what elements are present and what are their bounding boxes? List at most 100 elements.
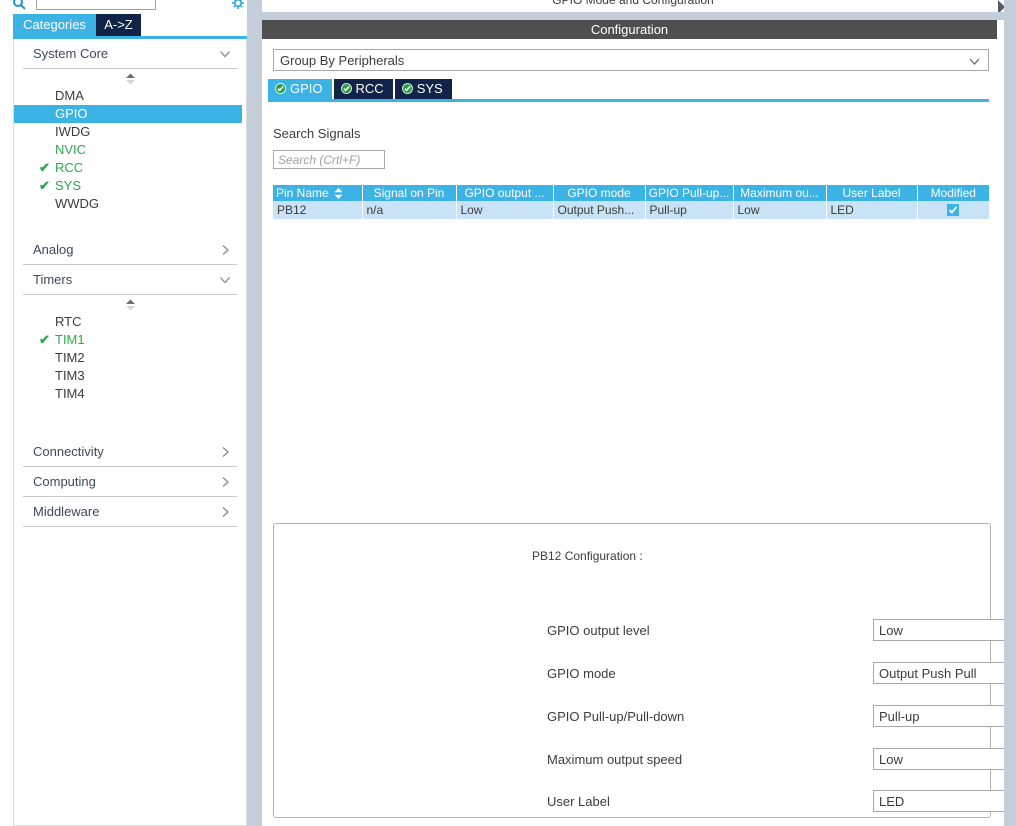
sidebar-item-label: GPIO xyxy=(55,106,88,121)
sidebar-item-label: RTC xyxy=(55,314,82,329)
sidebar-item-gpio[interactable]: GPIO xyxy=(14,105,242,123)
sidebar-item-tim4[interactable]: TIM4 xyxy=(14,385,246,403)
peripheral-tab-label: RCC xyxy=(355,81,384,96)
table-header-cell[interactable]: Signal on Pin xyxy=(362,185,457,201)
sidebar-item-label: NVIC xyxy=(55,142,87,157)
sidebar-group-system-core[interactable]: System Core xyxy=(23,39,237,69)
field-label: User Label xyxy=(547,794,610,809)
sidebar-group-label: Timers xyxy=(33,272,73,287)
sidebar-item-dma[interactable]: DMA xyxy=(14,87,246,105)
check-icon: ✔ xyxy=(39,332,50,347)
sidebar-item-tim1[interactable]: ✔ TIM1 xyxy=(14,331,246,349)
chevron-right-icon xyxy=(219,476,231,488)
main-panel: GPIO Mode and Configuration Configuratio… xyxy=(262,0,1016,826)
table-header-cell[interactable]: GPIO output ... xyxy=(456,185,554,201)
panel-divider[interactable] xyxy=(247,0,262,826)
chevron-down-icon xyxy=(219,274,231,286)
configuration-body: Group By Peripherals GPIO RCC SYS Search S… xyxy=(262,39,1016,826)
cell-gpio-output-level: Low xyxy=(456,201,554,219)
table-body: PB12 n/a Low Output Push... Pull-up Low LED xyxy=(273,201,989,219)
field-gpio-output-level[interactable]: Low xyxy=(873,619,1016,641)
peripheral-tab-rcc[interactable]: RCC xyxy=(333,79,393,99)
table-header-cell[interactable]: Maximum ou... xyxy=(733,185,827,201)
sidebar-group-analog[interactable]: Analog xyxy=(23,235,237,265)
mode-title-bar: GPIO Mode and Configuration xyxy=(262,0,1004,12)
field-value: Low xyxy=(879,623,903,638)
sidebar-group-label: Analog xyxy=(33,242,74,257)
scroll-spinner-icon[interactable] xyxy=(124,73,137,85)
mode-title: GPIO Mode and Configuration xyxy=(552,0,714,7)
chevron-right-icon xyxy=(219,506,231,518)
table-header-cell[interactable]: Modified xyxy=(917,185,989,201)
sidebar-item-label: WWDG xyxy=(55,196,100,211)
field-value: Low xyxy=(879,752,903,767)
chevron-down-icon xyxy=(968,55,981,68)
sidebar-item-tim3[interactable]: TIM3 xyxy=(14,367,246,385)
field-user-label[interactable]: LED xyxy=(873,790,1016,812)
sidebar-item-label: TIM3 xyxy=(55,368,85,383)
sidebar-item-label: TIM2 xyxy=(55,350,85,365)
table-header-cell[interactable]: GPIO mode xyxy=(553,185,646,201)
form-row: GPIO Pull-up/Pull-down Pull-up xyxy=(533,705,1016,729)
sidebar-group-computing[interactable]: Computing xyxy=(23,467,237,497)
peripheral-tab-label: SYS xyxy=(416,81,443,96)
search-signals-input[interactable] xyxy=(273,150,385,169)
table-header-label: Pin Name xyxy=(276,186,329,200)
group-by-value: Group By Peripherals xyxy=(280,53,405,68)
form-row: GPIO mode Output Push Pull xyxy=(533,662,1016,686)
field-maximum-output-speed[interactable]: Low xyxy=(873,748,1016,770)
table-header-cell[interactable]: User Label xyxy=(826,185,918,201)
form-row: Maximum output speed Low xyxy=(533,748,1016,772)
chevron-right-icon xyxy=(219,244,231,256)
tab-categories[interactable]: Categories xyxy=(13,14,96,36)
cell-modified[interactable] xyxy=(917,201,989,219)
configuration-header: Configuration xyxy=(262,20,997,39)
peripheral-tab-label: GPIO xyxy=(290,81,323,96)
table-row[interactable]: PB12 n/a Low Output Push... Pull-up Low LED xyxy=(273,201,989,219)
checkbox-checked-icon xyxy=(947,204,960,216)
sidebar-item-label: SYS xyxy=(55,178,82,193)
table-header-cell[interactable]: Pin Name xyxy=(273,185,363,201)
field-gpio-pull-up-pull-down[interactable]: Pull-up xyxy=(873,705,1016,727)
sidebar-item-iwdg[interactable]: IWDG xyxy=(14,123,246,141)
sidebar-item-nvic[interactable]: NVIC xyxy=(14,141,246,159)
gear-icon[interactable] xyxy=(230,0,246,10)
check-circle-icon xyxy=(275,80,286,94)
peripheral-list: RTC ✔ TIM1 TIM2 TIM3 TIM4 xyxy=(14,313,246,403)
peripheral-tab-gpio[interactable]: GPIO xyxy=(268,79,332,99)
chevron-down-icon xyxy=(219,48,231,60)
group-by-select[interactable]: Group By Peripherals xyxy=(273,49,989,71)
peripheral-tabs: GPIO RCC SYS xyxy=(268,79,454,99)
tab-a-to-z[interactable]: A->Z xyxy=(96,14,141,36)
right-scrollbar-strip[interactable] xyxy=(1004,0,1016,826)
sidebar-group-label: Middleware xyxy=(33,504,100,519)
field-gpio-mode[interactable]: Output Push Pull xyxy=(873,662,1016,684)
sidebar-item-label: DMA xyxy=(55,88,84,103)
sidebar-item-tim2[interactable]: TIM2 xyxy=(14,349,246,367)
sidebar-item-label: TIM4 xyxy=(55,386,85,401)
scroll-spinner-icon[interactable] xyxy=(124,299,137,311)
sidebar-search-input[interactable] xyxy=(36,0,156,10)
left-sidebar: Categories A->Z System Core DMA GPIO IWDG NV… xyxy=(0,0,247,826)
table-header-cell[interactable]: GPIO Pull-up... xyxy=(645,185,734,201)
form-row: GPIO output level Low xyxy=(533,619,1016,643)
search-icon[interactable] xyxy=(12,0,26,10)
sidebar-item-rcc[interactable]: ✔ RCC xyxy=(14,159,246,177)
sidebar-item-sys[interactable]: ✔ SYS xyxy=(14,177,246,195)
sidebar-group-connectivity[interactable]: Connectivity xyxy=(23,437,237,467)
sidebar-category-list: System Core DMA GPIO IWDG NVIC ✔ RCC ✔ SYS WWDG An… xyxy=(13,39,247,826)
sidebar-group-timers[interactable]: Timers xyxy=(23,265,237,295)
cubemx-window: Categories A->Z System Core DMA GPIO IWDG NV… xyxy=(0,0,1016,826)
peripheral-tabs-underline xyxy=(268,99,989,102)
pb12-configuration-legend: PB12 Configuration : xyxy=(528,549,647,563)
sidebar-item-wwdg[interactable]: WWDG xyxy=(14,195,246,213)
sidebar-item-rtc[interactable]: RTC xyxy=(14,313,246,331)
sidebar-item-label: RCC xyxy=(55,160,84,175)
sidebar-item-label: IWDG xyxy=(55,124,91,139)
chevron-right-icon xyxy=(219,446,231,458)
peripheral-tab-sys[interactable]: SYS xyxy=(394,79,452,99)
field-label: GPIO Pull-up/Pull-down xyxy=(547,709,685,724)
sidebar-group-middleware[interactable]: Middleware xyxy=(23,497,237,527)
